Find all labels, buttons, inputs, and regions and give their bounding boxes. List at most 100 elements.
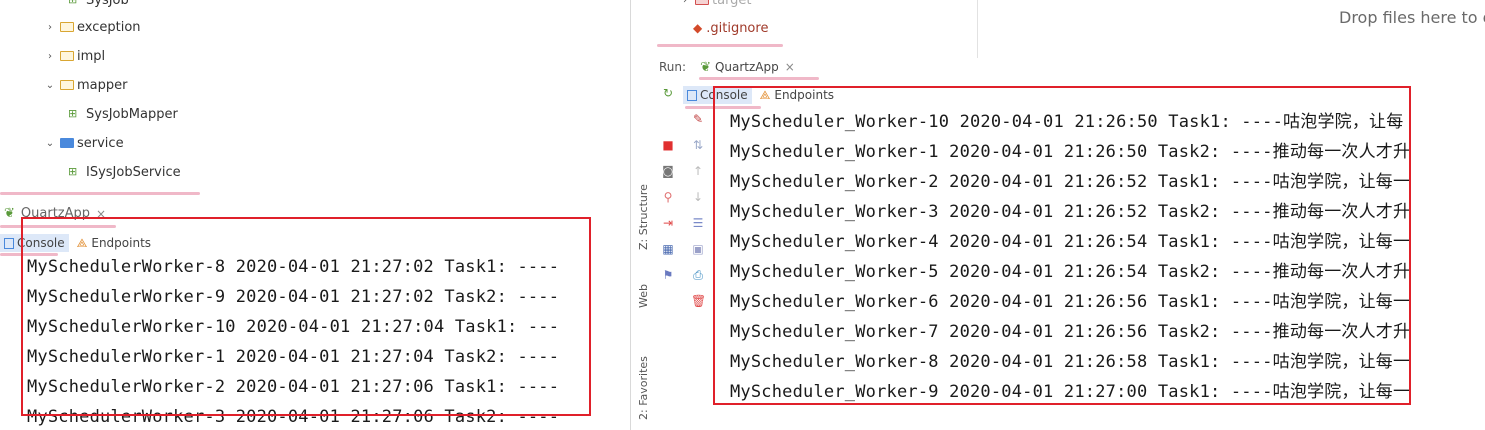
- console-line: MyScheduler_Worker-4 2020-04-01 21:26:54…: [730, 232, 1411, 252]
- class-icon: ⊞: [68, 0, 83, 6]
- trash-icon[interactable]: 🗑: [691, 294, 706, 308]
- pink-highlight-stroke: [0, 192, 200, 195]
- run-toolbar: ↻ ■ ◙ ⚲ ⇥ ▦ ⚑: [657, 80, 679, 288]
- console-line: MyScheduler_Worker-5 2020-04-01 21:26:54…: [730, 262, 1411, 282]
- folder-icon: [60, 22, 74, 32]
- stop-icon[interactable]: ■: [661, 138, 675, 152]
- console-line: MySchedulerWorker-8 2020-04-01 21:27:02 …: [27, 257, 560, 277]
- sort-icon[interactable]: ⇅: [691, 138, 705, 152]
- tree-item-service[interactable]: ⌄ service: [44, 133, 124, 153]
- plug-icon[interactable]: ⚲: [661, 190, 675, 204]
- tree-item-target[interactable]: › target: [679, 0, 752, 10]
- close-tab-icon[interactable]: ×: [96, 207, 106, 221]
- run-tab-bar: ❦ QuartzApp ×: [4, 206, 106, 221]
- git-file-icon: ◆: [693, 21, 703, 35]
- layout-icon[interactable]: ▦: [661, 242, 675, 256]
- pin-icon[interactable]: ⚑: [661, 268, 675, 282]
- run-tab-bar: Run: ❦ QuartzApp ×: [659, 58, 795, 76]
- chevron-right-icon: ›: [683, 0, 687, 6]
- run-label: Run:: [659, 60, 687, 74]
- console-line: MyScheduler_Worker-6 2020-04-01 21:26:56…: [730, 292, 1411, 312]
- folder-icon: [60, 80, 74, 90]
- console-line: MyScheduler_Worker-1 2020-04-01 21:26:50…: [730, 142, 1411, 162]
- right-ide-window: › target ◆ .gitignore Drop files here to…: [631, 0, 1485, 430]
- side-tab-structure[interactable]: Z: Structure: [637, 184, 650, 250]
- tree-item-label: mapper: [77, 77, 128, 93]
- endpoints-icon: ⟁: [76, 235, 88, 250]
- console-tabs: Console ⟁ Endpoints: [0, 234, 151, 252]
- tab-console[interactable]: Console: [683, 86, 752, 104]
- console-line: MyScheduler_Worker-7 2020-04-01 21:26:56…: [730, 322, 1411, 342]
- down-arrow-icon[interactable]: ↓: [691, 190, 705, 204]
- drop-files-hint: Drop files here to o: [1339, 8, 1485, 27]
- tree-item-label: exception: [77, 19, 141, 35]
- chevron-right-icon[interactable]: ›: [44, 51, 56, 62]
- console-tabs: Console ⟁ Endpoints: [683, 86, 834, 104]
- soft-wrap-icon[interactable]: ☰: [691, 216, 705, 230]
- up-arrow-icon[interactable]: ↑: [691, 164, 705, 178]
- console-line: MyScheduler_Worker-10 2020-04-01 21:26:5…: [730, 112, 1404, 132]
- console-line: MyScheduler_Worker-2 2020-04-01 21:26:52…: [730, 172, 1411, 192]
- console-line: MySchedulerWorker-9 2020-04-01 21:27:02 …: [27, 287, 560, 307]
- tree-item-label: target: [712, 0, 752, 8]
- chevron-down-icon[interactable]: ⌄: [44, 138, 56, 149]
- chevron-right-icon[interactable]: ›: [44, 22, 56, 33]
- class-icon: ⊞: [68, 165, 78, 178]
- tab-console[interactable]: Console: [0, 234, 69, 252]
- tab-endpoints[interactable]: ⟁ Endpoints: [77, 236, 151, 251]
- console-line: MySchedulerWorker-1 2020-04-01 21:27:04 …: [27, 347, 560, 367]
- tree-item-label: .gitignore: [706, 20, 769, 36]
- console-line: MySchedulerWorker-2 2020-04-01 21:27:06 …: [27, 377, 560, 397]
- tree-divider: [977, 0, 978, 58]
- pink-highlight-stroke: [0, 253, 58, 256]
- tree-item-gitignore[interactable]: ◆ .gitignore: [693, 18, 768, 38]
- side-tab-favorites[interactable]: 2: Favorites: [637, 356, 650, 420]
- tab-endpoints-label: Endpoints: [91, 236, 152, 250]
- console-icon: [687, 89, 697, 101]
- tree-item-impl[interactable]: › impl: [44, 46, 105, 66]
- run-tab-label[interactable]: QuartzApp: [21, 206, 90, 221]
- tree-item-label: SysJob: [86, 0, 129, 8]
- spring-leaf-icon: ❦: [4, 206, 15, 221]
- pink-highlight-stroke: [657, 44, 783, 47]
- tree-item-label: impl: [77, 48, 106, 64]
- tree-item-label: service: [77, 135, 124, 151]
- wrap-icon[interactable]: ✎: [691, 112, 705, 126]
- side-tab-web[interactable]: Web: [637, 284, 650, 308]
- tree-item-sysjob[interactable]: ⊞SysJob: [64, 0, 129, 10]
- tab-endpoints[interactable]: ⟁ Endpoints: [760, 88, 834, 103]
- pink-highlight-stroke: [699, 77, 819, 80]
- tab-endpoints-label: Endpoints: [774, 88, 835, 102]
- folder-icon: [60, 51, 74, 61]
- endpoints-icon: ⟁: [759, 87, 771, 102]
- tab-console-label: Console: [700, 88, 748, 102]
- tree-item-mapper[interactable]: ⌄ mapper: [44, 75, 128, 95]
- tree-item-exception[interactable]: › exception: [44, 17, 141, 37]
- tree-item-label: ISysJobService: [86, 164, 181, 180]
- close-tab-icon[interactable]: ×: [785, 60, 795, 74]
- class-icon: ⊞: [68, 107, 78, 120]
- tab-console-label: Console: [17, 236, 65, 250]
- console-line: MyScheduler_Worker-9 2020-04-01 21:27:00…: [730, 382, 1411, 402]
- exit-icon[interactable]: ⇥: [661, 216, 675, 230]
- camera-icon[interactable]: ◙: [661, 164, 675, 178]
- rerun-icon[interactable]: ↻: [661, 86, 675, 100]
- console-icon: [4, 237, 14, 249]
- pink-highlight-stroke: [0, 225, 116, 228]
- chevron-down-icon[interactable]: ⌄: [44, 80, 56, 91]
- console-toolbar: ✎ ⇅ ↑ ↓ ☰ ▣ ⎙ 🗑: [687, 106, 709, 314]
- console-line: MyScheduler_Worker-3 2020-04-01 21:26:52…: [730, 202, 1411, 222]
- tree-item-label: SysJobMapper: [86, 106, 178, 122]
- left-ide-window: ⊞SysJob›exception›impl⌄mapper⊞SysJobMapp…: [0, 0, 630, 430]
- tree-item-isysjobservice[interactable]: ⊞ ISysJobService: [64, 162, 181, 182]
- console-line: MySchedulerWorker-10 2020-04-01 21:27:04…: [27, 317, 560, 337]
- scroll-end-icon[interactable]: ▣: [691, 242, 705, 256]
- spring-leaf-icon: ❦: [700, 59, 711, 75]
- folder-icon: [60, 138, 74, 148]
- print-icon[interactable]: ⎙: [691, 268, 705, 282]
- tree-item-sysjobmapper[interactable]: ⊞ SysJobMapper: [64, 104, 178, 124]
- run-tab-label[interactable]: QuartzApp: [715, 60, 779, 74]
- folder-icon: [695, 0, 709, 5]
- console-line: MyScheduler_Worker-8 2020-04-01 21:26:58…: [730, 352, 1411, 372]
- console-line: MySchedulerWorker-3 2020-04-01 21:27:06 …: [27, 407, 560, 427]
